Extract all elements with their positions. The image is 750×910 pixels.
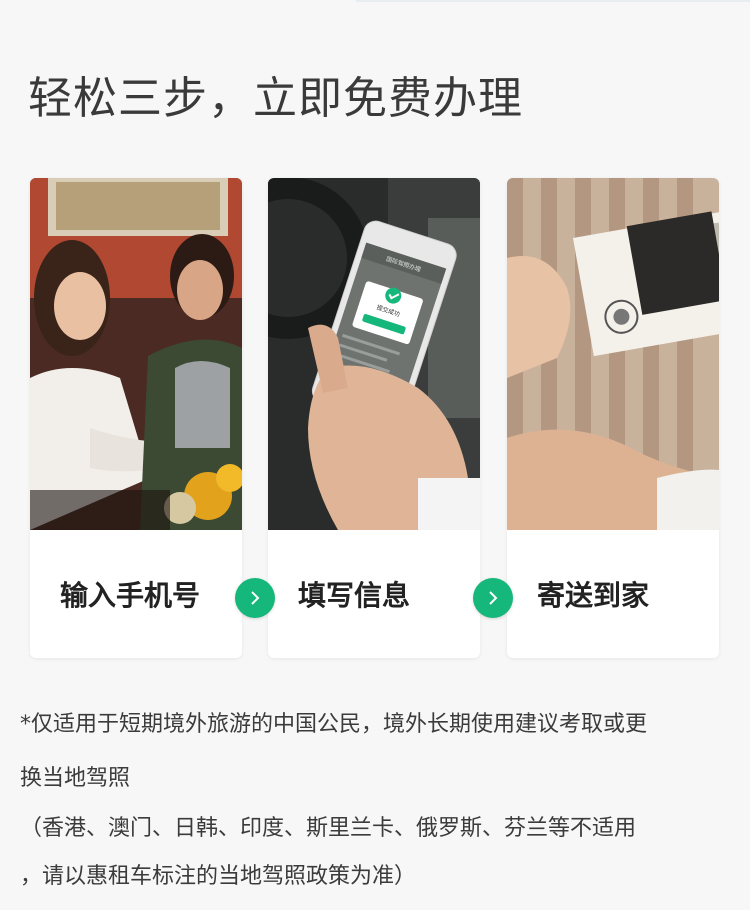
handing-over-license-photo <box>507 178 719 530</box>
next-arrow-icon <box>235 578 275 618</box>
step-label: 填写信息 <box>298 579 411 612</box>
note-line-4: ，请以惠租车标注的当地驾照政策为准） <box>20 864 417 889</box>
steps-row: 输入手机号 国际驾照办理 提交成功 填写信息 寄送到家 <box>0 0 750 700</box>
step-card-3[interactable]: 寄送到家 <box>507 178 719 658</box>
next-arrow-icon <box>473 578 513 618</box>
note-line-3: （香港、澳门、日韩、印度、斯里兰卡、俄罗斯、芬兰等不适用 <box>20 816 637 841</box>
note-line-1: *仅适用于短期境外旅游的中国公民，境外长期使用建议考取或更 <box>20 712 648 737</box>
note-line-2: 换当地驾照 <box>20 766 131 791</box>
two-women-at-counter-photo <box>30 178 242 530</box>
step-card-1[interactable]: 输入手机号 <box>30 178 242 658</box>
step-label: 输入手机号 <box>60 579 201 612</box>
hand-holding-phone-photo: 国际驾照办理 提交成功 <box>268 178 480 530</box>
step-card-2[interactable]: 国际驾照办理 提交成功 填写信息 <box>268 178 480 658</box>
step-label: 寄送到家 <box>537 579 650 612</box>
